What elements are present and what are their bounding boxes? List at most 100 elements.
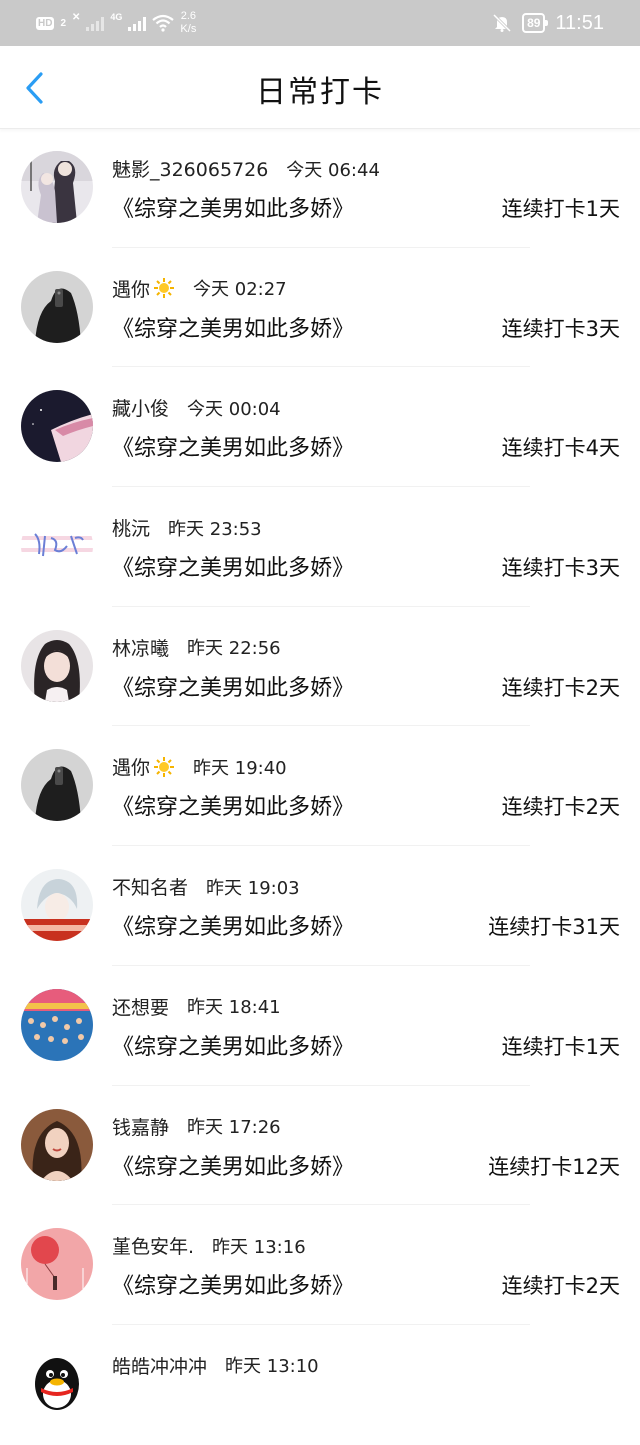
avatar[interactable]: [21, 1108, 93, 1181]
avatar[interactable]: [21, 988, 93, 1061]
user-name[interactable]: 皓皓冲冲冲: [112, 1352, 207, 1379]
user-name[interactable]: 不知名者: [112, 873, 188, 900]
book-title: 《综穿之美男如此多娇》: [112, 556, 355, 582]
book-title: 《综穿之美男如此多娇》: [112, 316, 355, 342]
streak-count: 连续打卡2天: [501, 675, 620, 700]
avatar[interactable]: [21, 390, 93, 463]
avatar-image: [21, 151, 93, 223]
avatar-image: [21, 270, 93, 343]
streak-count: 连续打卡3天: [501, 316, 620, 341]
book-title: 《综穿之美男如此多娇》: [112, 436, 355, 462]
list-item[interactable]: 遇你 昨天 19:40 《综穿之美男如此多娇》 连续打卡2天: [0, 726, 640, 847]
list-item[interactable]: 藏小俊 今天 00:04 《综穿之美男如此多娇》 连续打卡4天: [0, 367, 640, 488]
user-name[interactable]: 还想要: [112, 993, 169, 1020]
signal-icon-2: [128, 15, 147, 31]
item-meta: 钱嘉静 昨天 17:26: [112, 1113, 281, 1140]
avatar[interactable]: [21, 1347, 93, 1420]
app-header: 日常打卡: [0, 46, 640, 129]
list-item[interactable]: 林凉曦 昨天 22:56 《综穿之美男如此多娇》 连续打卡2天: [0, 607, 640, 727]
list-item[interactable]: 堇色安年. 昨天 13:16 《综穿之美男如此多娇》 连续打卡2天: [0, 1205, 640, 1325]
book-title: 《综穿之美男如此多娇》: [112, 1154, 355, 1180]
book-title: 《综穿之美男如此多娇》: [112, 1034, 355, 1060]
checkin-time: 昨天 23:53: [168, 518, 262, 540]
avatar[interactable]: [21, 270, 93, 343]
checkin-time: 今天 00:04: [187, 398, 281, 420]
item-meta: 还想要 昨天 18:41: [112, 993, 281, 1020]
avatar-image: [21, 629, 93, 702]
streak-count: 连续打卡1天: [501, 1034, 620, 1059]
speed-unit: K/s: [180, 23, 197, 35]
avatar[interactable]: [21, 749, 93, 822]
avatar-image: [21, 510, 93, 583]
avatar-image: [21, 869, 93, 942]
item-meta: 不知名者 昨天 19:03: [112, 873, 300, 900]
list-item[interactable]: 钱嘉静 昨天 17:26 《综穿之美男如此多娇》 连续打卡12天: [0, 1086, 640, 1206]
page-title: 日常打卡: [256, 75, 384, 110]
hd-icon: HD: [36, 16, 55, 30]
user-name[interactable]: 桃沅: [112, 514, 150, 541]
bell-muted-icon: [493, 13, 512, 33]
checkin-time: 今天 06:44: [286, 159, 380, 181]
status-left: HD 2 ✕ 4G 2.6 K/s: [36, 10, 196, 36]
item-meta: 遇你 昨天 19:40: [112, 753, 287, 780]
item-meta: 桃沅 昨天 23:53: [112, 514, 262, 541]
avatar[interactable]: [21, 1228, 93, 1301]
checkin-time: 昨天 13:10: [225, 1356, 319, 1378]
book-title: 《综穿之美男如此多娇》: [112, 795, 355, 821]
avatar[interactable]: [21, 869, 93, 942]
streak-count: 连续打卡4天: [501, 436, 620, 461]
avatar[interactable]: [21, 510, 93, 583]
list-item[interactable]: 遇你 今天 02:27 《综穿之美男如此多娇》 连续打卡3天: [0, 248, 640, 368]
checkin-time: 昨天 17:26: [187, 1117, 281, 1138]
list-item[interactable]: 还想要 昨天 18:41 《综穿之美男如此多娇》 连续打卡1天: [0, 966, 640, 1086]
user-name[interactable]: 遇你: [112, 275, 150, 302]
avatar-image: [21, 1228, 93, 1301]
avatar[interactable]: [21, 151, 93, 223]
list-item[interactable]: 不知名者 昨天 19:03 《综穿之美男如此多娇》 连续打卡31天: [0, 846, 640, 966]
book-title: 《综穿之美男如此多娇》: [112, 915, 355, 941]
item-meta: 堇色安年. 昨天 13:16: [112, 1232, 306, 1259]
user-name[interactable]: 堇色安年.: [112, 1232, 194, 1259]
checkin-time: 昨天 19:40: [193, 757, 287, 779]
qq-penguin-icon: [21, 1347, 93, 1420]
book-title: 《综穿之美男如此多娇》: [112, 675, 355, 701]
wifi-icon: [152, 14, 175, 32]
checkin-time: 昨天 18:41: [187, 997, 281, 1019]
user-name[interactable]: 魅影_326065726: [112, 155, 268, 182]
avatar-image: [21, 749, 93, 822]
item-meta: 皓皓冲冲冲 昨天 13:10: [112, 1352, 319, 1379]
streak-count: 连续打卡1天: [501, 197, 620, 221]
user-name[interactable]: 藏小俊: [112, 394, 169, 421]
clock: 11:51: [555, 11, 604, 34]
checkin-time: 昨天 19:03: [206, 877, 300, 899]
streak-count: 连续打卡3天: [501, 556, 620, 581]
network-speed: 2.6 K/s: [180, 10, 196, 36]
network-type: 4G: [110, 12, 123, 22]
avatar-image: [21, 390, 93, 463]
streak-count: 连续打卡12天: [488, 1154, 620, 1179]
item-meta: 遇你 今天 02:27: [112, 275, 287, 302]
checkin-time: 昨天 22:56: [187, 638, 281, 660]
avatar-image: [21, 988, 93, 1061]
avatar[interactable]: [21, 629, 93, 702]
item-meta: 林凉曦 昨天 22:56: [112, 634, 281, 661]
streak-count: 连续打卡2天: [501, 1274, 620, 1299]
streak-count: 连续打卡31天: [488, 915, 620, 940]
item-meta: 魅影_326065726 今天 06:44: [112, 155, 380, 182]
battery-icon: 89: [522, 13, 549, 33]
sun-emoji-icon: [154, 756, 175, 777]
speed-value: 2.6: [180, 10, 197, 22]
status-bar: HD 2 ✕ 4G 2.6 K/s 89 11:51: [0, 0, 640, 46]
user-name[interactable]: 林凉曦: [112, 634, 169, 661]
checkin-time: 今天 02:27: [193, 279, 287, 301]
list-item[interactable]: 皓皓冲冲冲 昨天 13:10: [0, 1325, 640, 1445]
list-item[interactable]: 魅影_326065726 今天 06:44 《综穿之美男如此多娇》 连续打卡1天: [0, 128, 640, 248]
list-item[interactable]: 桃沅 昨天 23:53 《综穿之美男如此多娇》 连续打卡3天: [0, 487, 640, 607]
user-name[interactable]: 钱嘉静: [112, 1113, 169, 1140]
sun-emoji-icon: [154, 278, 175, 299]
user-name[interactable]: 遇你: [112, 753, 150, 780]
streak-count: 连续打卡2天: [501, 795, 620, 820]
signal-icon: [86, 15, 105, 31]
checkin-time: 昨天 13:16: [212, 1236, 306, 1258]
no-signal-icon: ✕: [72, 11, 81, 23]
